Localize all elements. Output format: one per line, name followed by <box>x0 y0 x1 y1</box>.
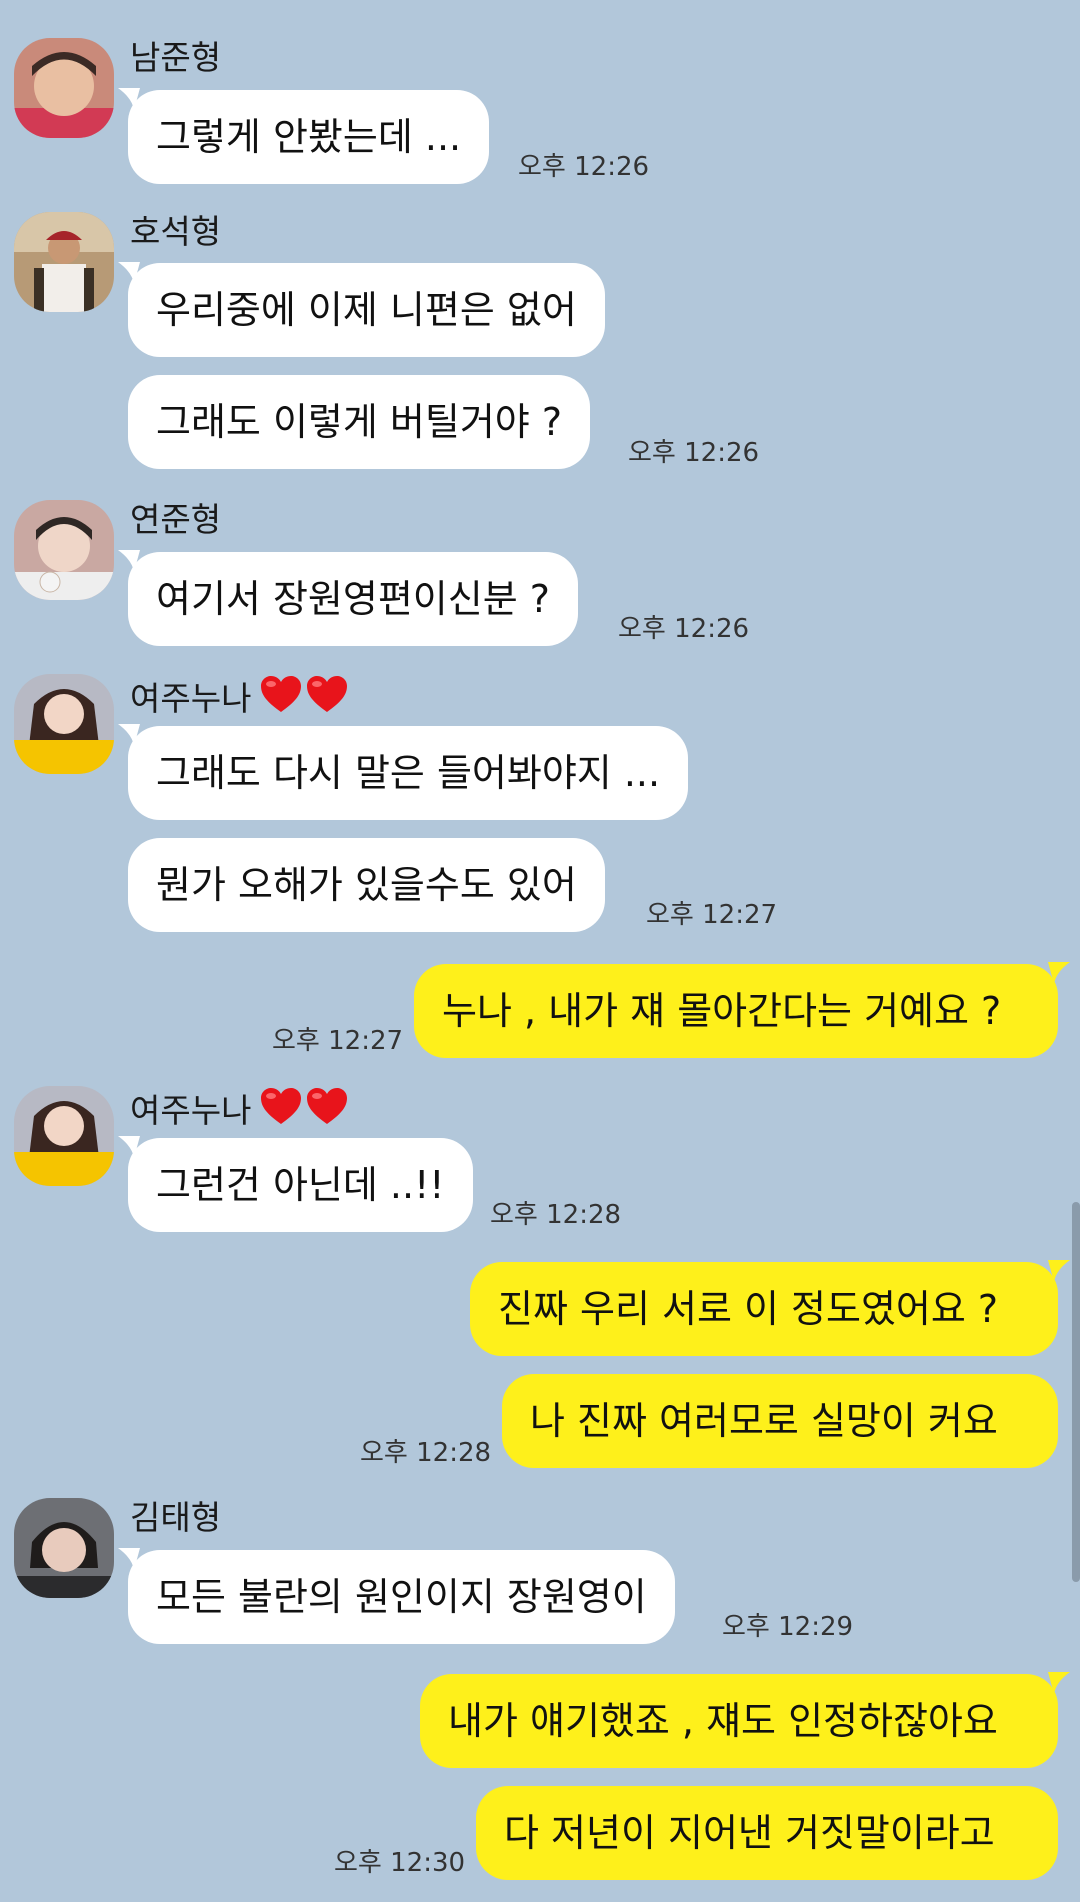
avatar[interactable] <box>14 500 114 600</box>
bubble-tail <box>1048 962 1070 984</box>
message-time: 오후 12:28 <box>360 1438 492 1468</box>
message-time: 오후 12:26 <box>618 614 750 644</box>
avatar[interactable] <box>14 212 114 312</box>
message-bubble[interactable]: 우리중에 이제 니편은 없어 <box>128 263 605 357</box>
sender-name: 연준형 <box>130 500 222 539</box>
message-time: 오후 12:26 <box>628 438 760 468</box>
bubble-tail <box>1048 1672 1070 1694</box>
sender-name: 여주누나 <box>130 679 252 718</box>
sender-name-row: 여주누나 <box>130 1086 349 1131</box>
message-time: 오후 12:27 <box>646 900 778 930</box>
message-bubble[interactable]: 그런건 아닌데 ..!! <box>128 1138 473 1232</box>
sender-name: 김태형 <box>130 1498 222 1537</box>
avatar[interactable] <box>14 1086 114 1186</box>
message-time: 오후 12:28 <box>490 1200 622 1230</box>
message-time: 오후 12:26 <box>518 152 650 182</box>
message-bubble[interactable]: 뭔가 오해가 있을수도 있어 <box>128 838 605 932</box>
message-bubble[interactable]: 누나 , 내가 쟤 몰아간다는 거예요 ? <box>414 964 1058 1058</box>
heart-icon <box>259 1086 303 1126</box>
bubble-tail <box>1048 1260 1070 1282</box>
sender-name: 여주누나 <box>130 1091 252 1130</box>
scrollbar[interactable] <box>1072 1202 1080 1582</box>
message-bubble[interactable]: 여기서 장원영편이신분 ? <box>128 552 578 646</box>
message-bubble[interactable]: 진짜 우리 서로 이 정도였어요 ? <box>470 1262 1058 1356</box>
heart-icon <box>305 674 349 714</box>
message-bubble[interactable]: 내가 얘기했죠 , 쟤도 인정하잖아요 <box>420 1674 1058 1768</box>
sender-name-row: 여주누나 <box>130 674 349 719</box>
avatar[interactable] <box>14 1498 114 1598</box>
message-time: 오후 12:27 <box>272 1026 404 1056</box>
sender-name: 호석형 <box>130 212 222 251</box>
message-bubble[interactable]: 다 저년이 지어낸 거짓말이라고 <box>476 1786 1058 1880</box>
message-bubble[interactable]: 모든 불란의 원인이지 장원영이 <box>128 1550 675 1644</box>
message-bubble[interactable]: 그래도 이렇게 버틸거야 ? <box>128 375 591 469</box>
sender-name: 남준형 <box>130 38 222 77</box>
message-time: 오후 12:29 <box>722 1612 854 1642</box>
heart-icon <box>259 674 303 714</box>
message-bubble[interactable]: 나 진짜 여러모로 실망이 커요 <box>502 1374 1058 1468</box>
avatar[interactable] <box>14 674 114 774</box>
message-bubble[interactable]: 그렇게 안봤는데 ... <box>128 90 490 184</box>
message-time: 오후 12:30 <box>334 1848 466 1878</box>
message-bubble[interactable]: 그래도 다시 말은 들어봐야지 ... <box>128 726 689 820</box>
heart-icon <box>305 1086 349 1126</box>
avatar[interactable] <box>14 38 114 138</box>
